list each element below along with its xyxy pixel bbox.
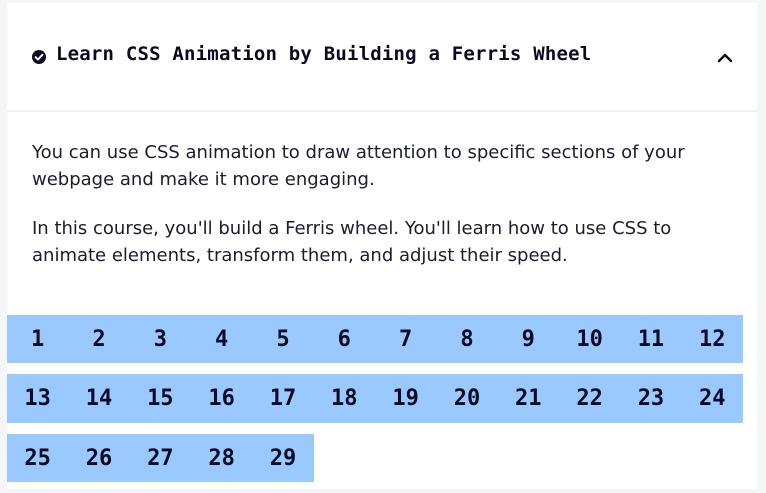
step-link[interactable]: 25: [7, 434, 69, 482]
step-link[interactable]: 11: [620, 315, 682, 363]
step-link[interactable]: 20: [436, 374, 498, 423]
step-link[interactable]: 17: [252, 374, 314, 423]
block-description: In this course, you'll build a Ferris wh…: [32, 218, 672, 266]
step-row: 1 2 3 4 5 6 7 8 9 10 11 12: [7, 315, 747, 363]
step-link[interactable]: 19: [374, 374, 437, 423]
step-link[interactable]: 1: [7, 315, 69, 363]
block-header-toggle[interactable]: Learn CSS Animation by Building a Ferris…: [7, 3, 757, 112]
step-link[interactable]: 16: [190, 374, 253, 423]
step-link[interactable]: 24: [681, 374, 743, 423]
step-row: 25 26 27 28 29: [7, 434, 747, 482]
block-description: You can use CSS animation to draw attent…: [32, 142, 685, 190]
step-link[interactable]: 3: [129, 315, 191, 363]
step-link[interactable]: 21: [497, 374, 559, 423]
step-link[interactable]: 13: [7, 374, 69, 423]
step-link[interactable]: 27: [129, 434, 191, 482]
step-link[interactable]: 22: [558, 374, 621, 423]
step-link[interactable]: 4: [190, 315, 253, 363]
step-link[interactable]: 26: [68, 434, 130, 482]
step-link[interactable]: 18: [313, 374, 375, 423]
step-row: 13 14 15 16 17 18 19 20 21 22 23 24: [7, 374, 747, 423]
step-link[interactable]: 7: [374, 315, 437, 363]
step-link[interactable]: 8: [436, 315, 498, 363]
step-link[interactable]: 28: [190, 434, 253, 482]
step-link[interactable]: 29: [252, 434, 314, 482]
chevron-up-icon[interactable]: [717, 52, 733, 64]
step-link[interactable]: 6: [313, 315, 375, 363]
block-title: Learn CSS Animation by Building a Ferris…: [56, 43, 592, 65]
step-link[interactable]: 15: [129, 374, 191, 423]
step-link[interactable]: 12: [681, 315, 743, 363]
step-link[interactable]: 5: [252, 315, 314, 363]
step-link[interactable]: 2: [68, 315, 130, 363]
step-link[interactable]: 14: [68, 374, 130, 423]
step-grid: 1 2 3 4 5 6 7 8 9 10 11 12 13 14 15 16 1…: [7, 315, 747, 493]
step-link[interactable]: 9: [497, 315, 559, 363]
step-link[interactable]: 23: [620, 374, 682, 423]
challenge-block: Learn CSS Animation by Building a Ferris…: [7, 3, 757, 489]
step-link[interactable]: 10: [558, 315, 621, 363]
check-circle-icon: [32, 50, 46, 64]
